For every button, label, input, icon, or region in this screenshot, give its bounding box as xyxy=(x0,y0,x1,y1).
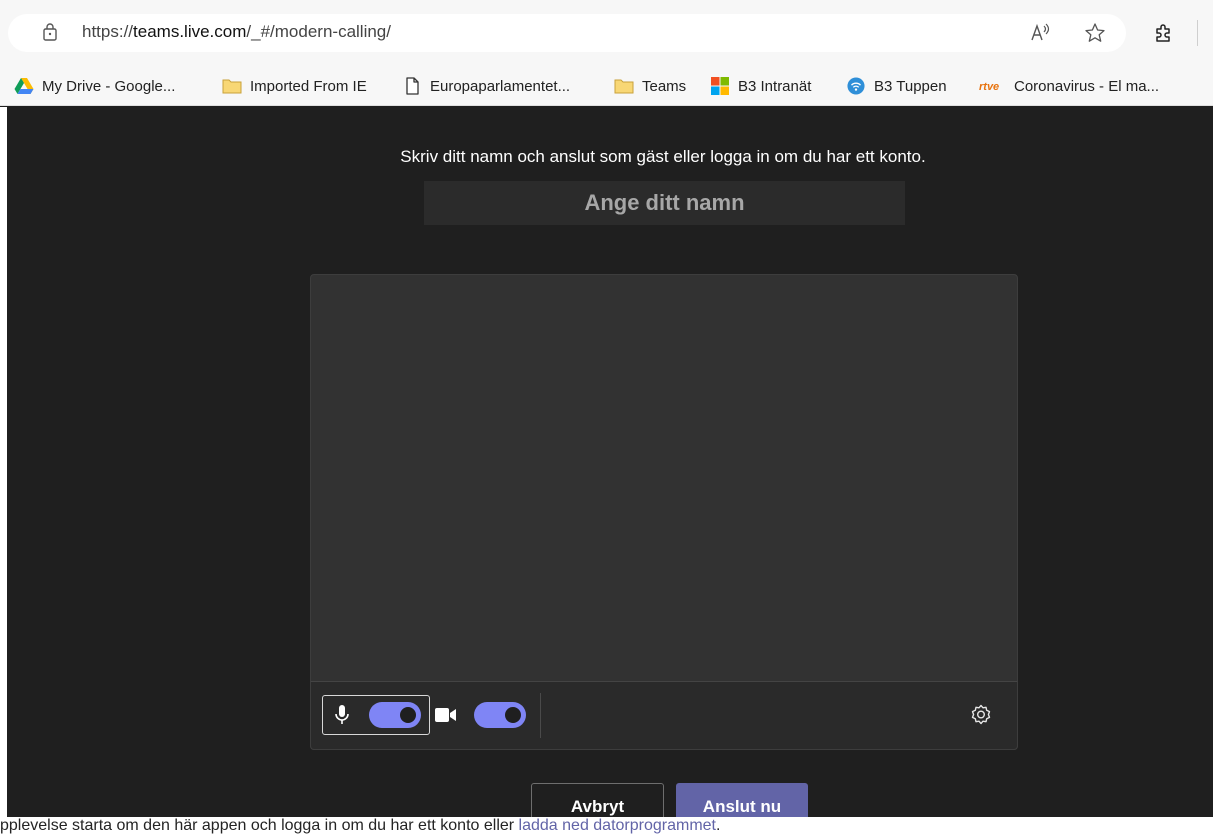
microsoft-logo-icon xyxy=(711,77,729,95)
bookmark-europaparlamentet[interactable]: Europaparlamentet... xyxy=(402,76,570,96)
download-desktop-app-link[interactable]: ladda ned datorprogrammet xyxy=(519,817,716,834)
bookmark-imported-from-ie[interactable]: Imported From IE xyxy=(222,76,367,96)
footer-text: pplevelse starta om den här appen och lo… xyxy=(0,817,519,834)
bookmark-coronavirus[interactable]: rtve Coronavirus - El ma... xyxy=(978,76,1159,96)
join-instruction: Skriv ditt namn och anslut som gäst elle… xyxy=(400,147,926,166)
bookmark-label: B3 Intranät xyxy=(738,77,812,95)
camera-icon[interactable] xyxy=(434,705,458,725)
read-aloud-icon[interactable] xyxy=(1029,22,1051,44)
url-path: /_#/modern-calling/ xyxy=(246,22,391,41)
rtve-logo-icon: rtve xyxy=(979,81,999,93)
mic-toggle[interactable] xyxy=(369,702,421,728)
browser-address-bar: https://teams.live.com/_#/modern-calling… xyxy=(0,0,1213,66)
page-info-icon[interactable] xyxy=(42,22,58,42)
microphone-icon[interactable] xyxy=(333,703,351,727)
url-prefix: https:// xyxy=(82,22,134,41)
folder-icon xyxy=(614,79,634,94)
bookmark-label: Coronavirus - El ma... xyxy=(1014,77,1160,95)
bookmarks-bar: My Drive - Google... Imported From IE Eu… xyxy=(0,66,1213,106)
folder-icon xyxy=(222,79,242,94)
url-text[interactable]: https://teams.live.com/_#/modern-calling… xyxy=(82,22,391,42)
wifi-icon xyxy=(847,77,865,95)
favorite-star-icon[interactable] xyxy=(1084,22,1106,44)
page-left-edge xyxy=(0,107,7,836)
name-input[interactable] xyxy=(424,181,905,225)
video-preview xyxy=(310,274,1018,750)
controls-divider xyxy=(540,693,541,738)
footer-end: . xyxy=(716,817,721,834)
svg-text:rtve: rtve xyxy=(979,81,999,93)
bookmark-label: B3 Tuppen xyxy=(874,77,947,95)
google-drive-icon xyxy=(14,78,34,94)
bookmark-label: My Drive - Google... xyxy=(42,77,176,95)
toggle-knob xyxy=(505,707,521,723)
bookmark-my-drive[interactable]: My Drive - Google... xyxy=(14,76,175,96)
bookmark-b3-tuppen[interactable]: B3 Tuppen xyxy=(846,76,947,96)
extensions-icon[interactable] xyxy=(1152,22,1174,44)
bookmark-teams[interactable]: Teams xyxy=(614,76,686,96)
bookmark-b3-intranat[interactable]: B3 Intranät xyxy=(710,76,811,96)
bookmark-label: Europaparlamentet... xyxy=(430,77,571,95)
url-host: teams.live.com xyxy=(133,22,247,41)
bookmark-label: Imported From IE xyxy=(250,77,367,95)
toolbar-divider xyxy=(1197,20,1198,46)
page-icon xyxy=(406,77,419,95)
camera-toggle[interactable] xyxy=(474,702,526,728)
toggle-knob xyxy=(400,707,416,723)
footer-message: pplevelse starta om den här appen och lo… xyxy=(0,817,720,835)
device-settings-icon[interactable] xyxy=(969,703,993,727)
bookmark-label: Teams xyxy=(642,77,687,95)
